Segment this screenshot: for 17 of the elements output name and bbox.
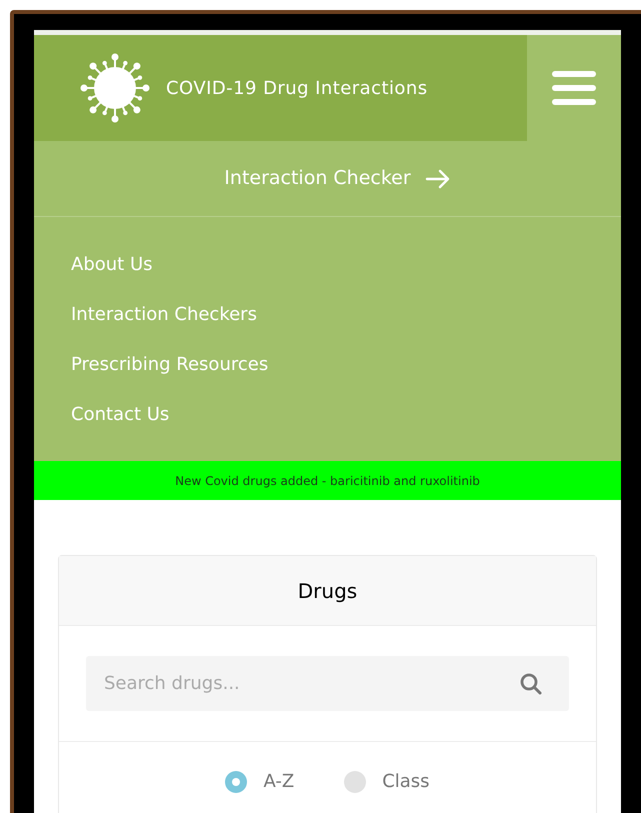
- radio-button[interactable]: [225, 770, 248, 792]
- search-field[interactable]: Search drugs...: [86, 656, 569, 711]
- menu-item[interactable]: Interaction Checkers: [71, 289, 257, 339]
- interaction-checker-link[interactable]: Interaction Checker: [204, 164, 451, 193]
- arrow-right-icon: [424, 168, 451, 188]
- menu-button[interactable]: [552, 71, 596, 105]
- card-title: Drugs: [298, 578, 358, 604]
- search-icon[interactable]: [519, 672, 543, 696]
- menu-item[interactable]: Contact Us: [71, 389, 170, 439]
- radio-label[interactable]: A-Z: [263, 768, 294, 795]
- announcement-text: New Covid drugs added - baricitinib and ruxolitinib: [175, 472, 480, 490]
- menu-item[interactable]: Prescribing Resources: [71, 339, 268, 389]
- site-title[interactable]: COVID-19 Drug Interactions: [166, 74, 428, 102]
- radio-button[interactable]: [344, 770, 366, 792]
- menu-item[interactable]: About Us: [71, 239, 152, 289]
- radio-label[interactable]: Class: [382, 768, 430, 795]
- virus-logo-icon[interactable]: [80, 53, 150, 123]
